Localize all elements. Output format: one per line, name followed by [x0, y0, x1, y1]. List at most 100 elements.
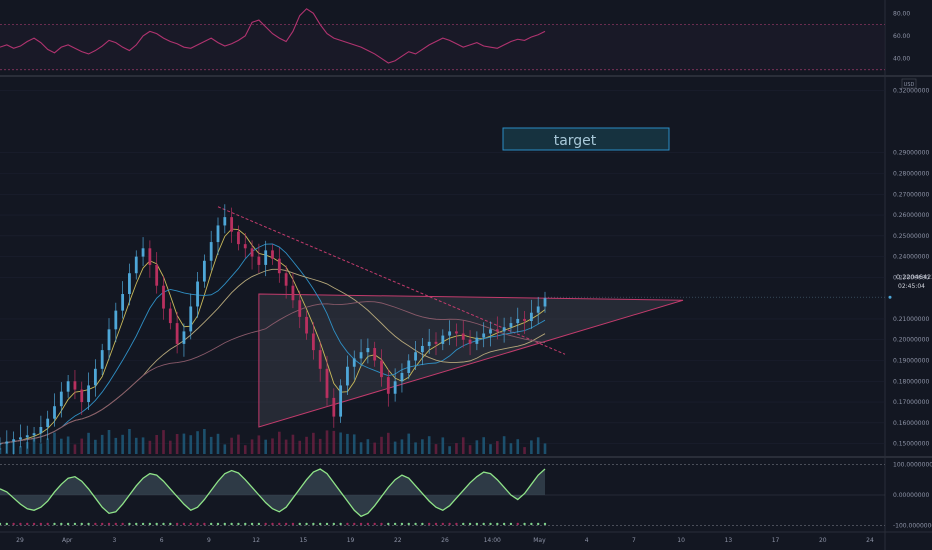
- volume-bar[interactable]: [407, 433, 411, 454]
- candle-body[interactable]: [59, 391, 63, 407]
- candle-body[interactable]: [243, 244, 247, 249]
- candle-body[interactable]: [100, 350, 104, 369]
- volume-bar[interactable]: [73, 444, 77, 454]
- candle-body[interactable]: [141, 248, 145, 257]
- candle-body[interactable]: [250, 248, 254, 257]
- volume-bar[interactable]: [305, 436, 308, 454]
- candle-body[interactable]: [271, 250, 274, 259]
- volume-bar[interactable]: [502, 436, 506, 454]
- volume-bar[interactable]: [468, 445, 472, 454]
- candle-body[interactable]: [441, 335, 445, 344]
- volume-bar[interactable]: [441, 437, 445, 454]
- candle-body[interactable]: [305, 316, 308, 334]
- volume-bar[interactable]: [60, 438, 63, 454]
- candle-body[interactable]: [162, 285, 165, 309]
- volume-bar[interactable]: [380, 436, 383, 454]
- volume-bar[interactable]: [332, 430, 336, 454]
- volume-bar[interactable]: [114, 437, 118, 454]
- candle-body[interactable]: [393, 381, 397, 394]
- volume-bar[interactable]: [94, 439, 97, 454]
- volume-bar[interactable]: [203, 429, 206, 454]
- candle-body[interactable]: [339, 385, 343, 417]
- volume-bar[interactable]: [141, 437, 145, 454]
- candle-body[interactable]: [509, 323, 513, 328]
- candle-body[interactable]: [148, 248, 152, 265]
- candle-body[interactable]: [468, 339, 472, 344]
- candle-body[interactable]: [46, 418, 50, 427]
- candle-body[interactable]: [495, 329, 499, 332]
- volume-bar[interactable]: [359, 442, 363, 454]
- candle-body[interactable]: [230, 217, 234, 232]
- volume-bar[interactable]: [189, 435, 193, 454]
- volume-bar[interactable]: [496, 441, 499, 454]
- volume-bar[interactable]: [482, 437, 485, 454]
- candle-body[interactable]: [209, 242, 213, 261]
- volume-bar[interactable]: [271, 438, 274, 454]
- candle-body[interactable]: [121, 294, 125, 311]
- candle-body[interactable]: [128, 273, 131, 295]
- candle-body[interactable]: [366, 348, 370, 353]
- volume-bar[interactable]: [461, 437, 465, 454]
- candle-body[interactable]: [53, 406, 56, 419]
- price-panel[interactable]: [0, 78, 885, 456]
- volume-bar[interactable]: [80, 438, 84, 454]
- candle-body[interactable]: [407, 360, 411, 373]
- candle-body[interactable]: [400, 372, 404, 382]
- volume-bar[interactable]: [284, 439, 288, 454]
- volume-bar[interactable]: [100, 434, 104, 454]
- candle-body[interactable]: [32, 433, 36, 436]
- volume-bar[interactable]: [427, 436, 431, 454]
- volume-bar[interactable]: [489, 444, 492, 454]
- volume-bar[interactable]: [250, 439, 254, 454]
- candle-body[interactable]: [73, 381, 77, 390]
- volume-bar[interactable]: [121, 434, 124, 454]
- candle-body[interactable]: [461, 333, 465, 340]
- candle-body[interactable]: [223, 217, 227, 226]
- volume-bar[interactable]: [339, 432, 342, 455]
- candle-body[interactable]: [420, 345, 424, 353]
- candle-body[interactable]: [536, 306, 540, 313]
- volume-bar[interactable]: [257, 435, 261, 454]
- candle-body[interactable]: [311, 333, 315, 351]
- candle-body[interactable]: [257, 256, 261, 265]
- volume-bar[interactable]: [393, 441, 397, 454]
- volume-bar[interactable]: [387, 432, 390, 454]
- volume-bar[interactable]: [237, 434, 240, 454]
- candle-body[interactable]: [291, 285, 295, 301]
- volume-bar[interactable]: [128, 429, 131, 454]
- candle-body[interactable]: [66, 381, 70, 392]
- candle-body[interactable]: [189, 306, 193, 332]
- volume-bar[interactable]: [230, 437, 233, 454]
- volume-bar[interactable]: [346, 433, 349, 454]
- candle-body[interactable]: [414, 352, 417, 361]
- candle-body[interactable]: [346, 366, 349, 386]
- target-annotation[interactable]: target: [502, 127, 670, 151]
- volume-bar[interactable]: [366, 439, 370, 454]
- volume-bar[interactable]: [523, 447, 526, 454]
- candle-body[interactable]: [434, 341, 438, 344]
- volume-bar[interactable]: [169, 440, 172, 454]
- candle-body[interactable]: [80, 389, 84, 403]
- candle-body[interactable]: [155, 264, 159, 286]
- volume-bar[interactable]: [182, 433, 186, 454]
- volume-bar[interactable]: [414, 442, 417, 454]
- volume-bar[interactable]: [39, 443, 43, 454]
- volume-bar[interactable]: [421, 439, 424, 454]
- candle-body[interactable]: [325, 368, 329, 398]
- candle-body[interactable]: [5, 441, 9, 444]
- candle-body[interactable]: [202, 260, 206, 282]
- candle-body[interactable]: [264, 250, 268, 265]
- volume-bar[interactable]: [278, 431, 281, 454]
- chart-canvas[interactable]: 80.00 60.00 40.00 0.32000000 0.29000000 0.28…: [0, 0, 932, 550]
- candle-body[interactable]: [475, 337, 479, 344]
- volume-bar[interactable]: [162, 430, 165, 454]
- candle-body[interactable]: [332, 397, 336, 417]
- volume-bar[interactable]: [216, 433, 220, 454]
- volume-bar[interactable]: [175, 434, 179, 454]
- candle-body[interactable]: [87, 385, 90, 403]
- candle-body[interactable]: [359, 352, 363, 359]
- candle-body[interactable]: [25, 435, 29, 438]
- volume-bar[interactable]: [107, 430, 111, 454]
- candle-body[interactable]: [39, 426, 43, 434]
- candle-body[interactable]: [237, 231, 240, 245]
